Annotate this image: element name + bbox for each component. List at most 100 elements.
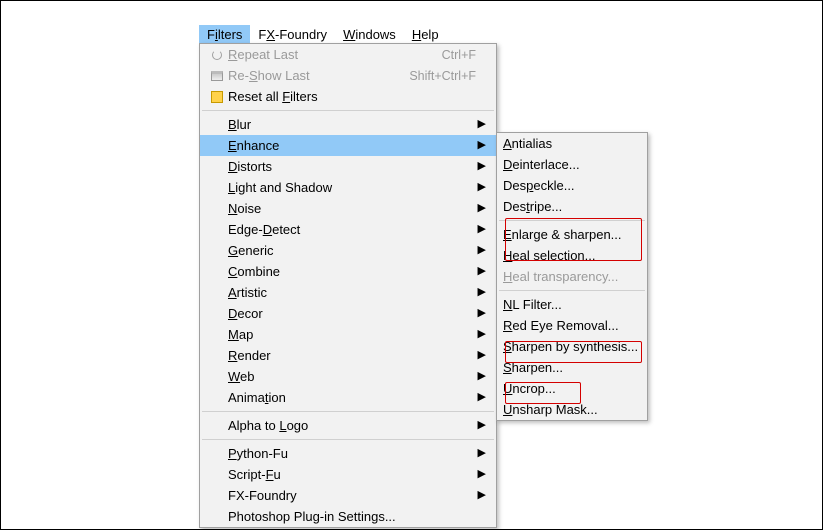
menubar-item-windows[interactable]: Windows bbox=[335, 25, 404, 45]
menu-item-label: Enhance bbox=[228, 138, 476, 153]
menu-item-nl-filter[interactable]: NL Filter... bbox=[497, 294, 647, 315]
menu-separator bbox=[202, 439, 494, 440]
menu-item-label: Photoshop Plug-in Settings... bbox=[228, 509, 476, 524]
menu-item-decor[interactable]: Decor▶ bbox=[200, 303, 496, 324]
menu-item-label: FX-Foundry bbox=[228, 488, 476, 503]
menu-item-shortcut: Shift+Ctrl+F bbox=[389, 69, 476, 83]
menu-item-label: Render bbox=[228, 348, 476, 363]
menu-item-label: Alpha to Logo bbox=[228, 418, 476, 433]
submenu-arrow-icon: ▶ bbox=[476, 140, 486, 151]
menu-item-label: Reset all Filters bbox=[228, 89, 476, 104]
menu-item-animation[interactable]: Animation▶ bbox=[200, 387, 496, 408]
menu-item-photoshop-plug-in-settings[interactable]: Photoshop Plug-in Settings... bbox=[200, 506, 496, 527]
menu-item-enlarge-sharpen[interactable]: Enlarge & sharpen... bbox=[497, 224, 647, 245]
menu-item-label: Decor bbox=[228, 306, 476, 321]
menu-item-antialias[interactable]: Antialias bbox=[497, 133, 647, 154]
menu-item-script-fu[interactable]: Script-Fu▶ bbox=[200, 464, 496, 485]
window-canvas: FiltersFX-FoundryWindowsHelp Repeat Last… bbox=[0, 0, 823, 530]
menubar-item-filters[interactable]: Filters bbox=[199, 25, 250, 45]
menu-item-generic[interactable]: Generic▶ bbox=[200, 240, 496, 261]
repeat-icon bbox=[206, 50, 228, 60]
menu-item-uncrop[interactable]: Uncrop... bbox=[497, 378, 647, 399]
filters-menu: Repeat LastCtrl+F Re-Show LastShift+Ctrl+… bbox=[199, 43, 497, 528]
menu-item-label: Destripe... bbox=[503, 199, 637, 214]
menu-item-label: Edge-Detect bbox=[228, 222, 476, 237]
submenu-arrow-icon: ▶ bbox=[476, 203, 486, 214]
menubar-item-fx-foundry[interactable]: FX-Foundry bbox=[250, 25, 335, 45]
menu-item-python-fu[interactable]: Python-Fu▶ bbox=[200, 443, 496, 464]
submenu-arrow-icon: ▶ bbox=[476, 308, 486, 319]
menu-item-map[interactable]: Map▶ bbox=[200, 324, 496, 345]
menu-item-fx-foundry[interactable]: FX-Foundry▶ bbox=[200, 485, 496, 506]
menu-item-red-eye-removal[interactable]: Red Eye Removal... bbox=[497, 315, 647, 336]
menu-item-label: Python-Fu bbox=[228, 446, 476, 461]
menu-item-label: Generic bbox=[228, 243, 476, 258]
enhance-submenu: Antialias Deinterlace... Despeckle... Destr… bbox=[496, 132, 648, 421]
menu-item-re-show-last: Re-Show LastShift+Ctrl+F bbox=[200, 65, 496, 86]
submenu-arrow-icon: ▶ bbox=[476, 287, 486, 298]
submenu-arrow-icon: ▶ bbox=[476, 119, 486, 130]
submenu-arrow-icon: ▶ bbox=[476, 245, 486, 256]
menu-item-label: Re-Show Last bbox=[228, 68, 389, 83]
reshow-icon bbox=[206, 71, 228, 81]
menu-separator bbox=[499, 220, 645, 221]
menu-separator bbox=[499, 290, 645, 291]
submenu-arrow-icon: ▶ bbox=[476, 266, 486, 277]
menu-item-sharpen-by-synthesis[interactable]: Sharpen by synthesis... bbox=[497, 336, 647, 357]
submenu-arrow-icon: ▶ bbox=[476, 392, 486, 403]
menu-item-render[interactable]: Render▶ bbox=[200, 345, 496, 366]
submenu-arrow-icon: ▶ bbox=[476, 420, 486, 431]
menu-item-web[interactable]: Web▶ bbox=[200, 366, 496, 387]
menu-item-deinterlace[interactable]: Deinterlace... bbox=[497, 154, 647, 175]
menu-item-artistic[interactable]: Artistic▶ bbox=[200, 282, 496, 303]
menu-item-label: Script-Fu bbox=[228, 467, 476, 482]
menu-item-edge-detect[interactable]: Edge-Detect▶ bbox=[200, 219, 496, 240]
menu-separator bbox=[202, 110, 494, 111]
menu-item-label: Web bbox=[228, 369, 476, 384]
menu-item-light-and-shadow[interactable]: Light and Shadow▶ bbox=[200, 177, 496, 198]
menu-item-label: Heal selection... bbox=[503, 248, 637, 263]
menu-item-enhance[interactable]: Enhance▶ bbox=[200, 135, 496, 156]
menu-item-label: Map bbox=[228, 327, 476, 342]
menu-item-label: Red Eye Removal... bbox=[503, 318, 637, 333]
menu-bar: FiltersFX-FoundryWindowsHelp bbox=[199, 25, 447, 45]
menu-item-label: Enlarge & sharpen... bbox=[503, 227, 637, 242]
submenu-arrow-icon: ▶ bbox=[476, 182, 486, 193]
menu-item-alpha-to-logo[interactable]: Alpha to Logo▶ bbox=[200, 415, 496, 436]
menu-item-label: Animation bbox=[228, 390, 476, 405]
menu-item-distorts[interactable]: Distorts▶ bbox=[200, 156, 496, 177]
menu-item-despeckle[interactable]: Despeckle... bbox=[497, 175, 647, 196]
menu-item-label: Despeckle... bbox=[503, 178, 637, 193]
menu-item-label: Light and Shadow bbox=[228, 180, 476, 195]
menu-item-reset-all-filters[interactable]: Reset all Filters bbox=[200, 86, 496, 107]
submenu-arrow-icon: ▶ bbox=[476, 161, 486, 172]
menu-item-label: Uncrop... bbox=[503, 381, 637, 396]
menu-item-blur[interactable]: Blur▶ bbox=[200, 114, 496, 135]
menu-item-destripe[interactable]: Destripe... bbox=[497, 196, 647, 217]
menu-item-label: Sharpen... bbox=[503, 360, 637, 375]
menu-item-label: Repeat Last bbox=[228, 47, 422, 62]
menu-item-label: Heal transparency... bbox=[503, 269, 637, 284]
menu-item-label: NL Filter... bbox=[503, 297, 637, 312]
reset-icon bbox=[206, 91, 228, 103]
submenu-arrow-icon: ▶ bbox=[476, 224, 486, 235]
menu-item-shortcut: Ctrl+F bbox=[422, 48, 476, 62]
menu-item-label: Sharpen by synthesis... bbox=[503, 339, 638, 354]
menu-item-label: Noise bbox=[228, 201, 476, 216]
menu-item-sharpen[interactable]: Sharpen... bbox=[497, 357, 647, 378]
menu-item-combine[interactable]: Combine▶ bbox=[200, 261, 496, 282]
menu-item-noise[interactable]: Noise▶ bbox=[200, 198, 496, 219]
menu-item-label: Combine bbox=[228, 264, 476, 279]
menu-item-heal-selection[interactable]: Heal selection... bbox=[497, 245, 647, 266]
menubar-item-help[interactable]: Help bbox=[404, 25, 447, 45]
menu-item-label: Deinterlace... bbox=[503, 157, 637, 172]
submenu-arrow-icon: ▶ bbox=[476, 329, 486, 340]
submenu-arrow-icon: ▶ bbox=[476, 448, 486, 459]
menu-separator bbox=[202, 411, 494, 412]
submenu-arrow-icon: ▶ bbox=[476, 371, 486, 382]
submenu-arrow-icon: ▶ bbox=[476, 350, 486, 361]
menu-item-unsharp-mask[interactable]: Unsharp Mask... bbox=[497, 399, 647, 420]
menu-item-label: Antialias bbox=[503, 136, 637, 151]
submenu-arrow-icon: ▶ bbox=[476, 490, 486, 501]
menu-item-label: Distorts bbox=[228, 159, 476, 174]
